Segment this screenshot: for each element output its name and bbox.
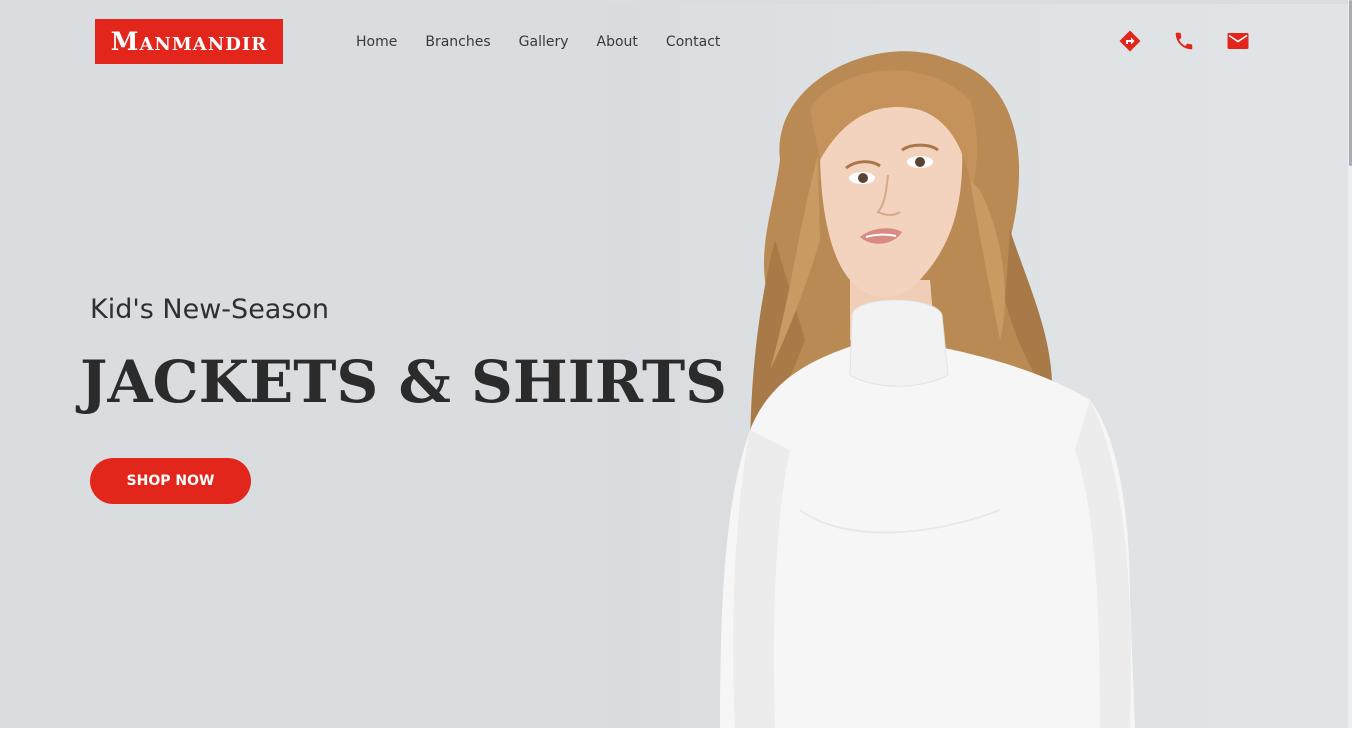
scrollbar-track[interactable] — [1348, 0, 1352, 728]
phone-icon[interactable] — [1172, 29, 1196, 53]
nav-home[interactable]: Home — [356, 32, 397, 52]
header-contact-icons — [1118, 29, 1250, 53]
nav-contact[interactable]: Contact — [666, 32, 720, 52]
hero-subtitle: Kid's New-Season — [90, 294, 330, 325]
main-nav: Home Branches Gallery About Contact — [356, 32, 720, 52]
nav-branches[interactable]: Branches — [425, 32, 490, 52]
nav-about[interactable]: About — [597, 32, 638, 52]
hero-model-image — [720, 51, 1135, 728]
brand-logo-text: Manmandir — [110, 27, 268, 56]
shop-now-button[interactable]: SHOP NOW — [90, 458, 251, 504]
hero-headline: JACKETS & SHIRTS — [80, 348, 728, 416]
hero-section: Manmandir Home Branches Gallery About Co… — [0, 0, 1352, 728]
nav-gallery[interactable]: Gallery — [519, 32, 569, 52]
directions-icon[interactable] — [1118, 29, 1142, 53]
brand-logo[interactable]: Manmandir — [95, 19, 283, 64]
mail-icon[interactable] — [1226, 29, 1250, 53]
